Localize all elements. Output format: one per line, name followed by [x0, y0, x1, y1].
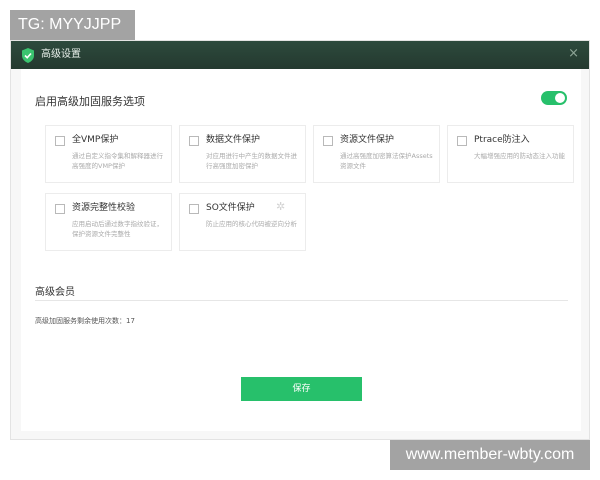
- shield-icon: [22, 48, 34, 63]
- option-card-full-vmp[interactable]: 全VMP保护 通过自定义指令集和解释器进行高强度的VMP保护: [45, 125, 172, 183]
- advanced-options-toggle[interactable]: [541, 91, 567, 105]
- card-description: 防止应用的核心代码被逆向分析: [206, 220, 297, 228]
- card-title: 全VMP保护: [72, 135, 119, 145]
- toggle-knob: [555, 93, 565, 103]
- card-description: 应用启动后通过数字指纹验证，保护资源文件完整性: [72, 220, 163, 238]
- card-description: 通过自定义指令集和解释器进行高强度的VMP保护: [72, 152, 163, 170]
- card-title: Ptrace防注入: [474, 135, 530, 145]
- card-title: 资源文件保护: [340, 135, 395, 145]
- usage-count: 17: [126, 317, 135, 325]
- card-description: 对应用进行中产生的数据文件进行高强度加密保护: [206, 152, 297, 170]
- resource-file-checkbox[interactable]: [323, 136, 333, 146]
- gear-icon: ✲: [276, 200, 286, 213]
- full-vmp-checkbox[interactable]: [55, 136, 65, 146]
- ptrace-checkbox[interactable]: [457, 136, 467, 146]
- option-card-resource-integrity[interactable]: 资源完整性校验 应用启动后通过数字指纹验证，保护资源文件完整性: [45, 193, 172, 251]
- card-description: 大幅增强应用的防动态注入功能: [474, 152, 565, 160]
- dialog-titlebar: 高级设置 ×: [11, 41, 589, 69]
- member-section-title: 高级会员: [35, 287, 75, 298]
- dialog-content: 启用高级加固服务选项 全VMP保护 通过自定义指令集和解释器进行高强度的VMP保…: [21, 69, 581, 431]
- card-title: SO文件保护: [206, 203, 255, 213]
- usage-label: 高级加固服务剩余使用次数：: [35, 317, 126, 325]
- card-title: 资源完整性校验: [72, 203, 136, 213]
- data-file-checkbox[interactable]: [189, 136, 199, 146]
- url-watermark: www.member-wbty.com: [390, 440, 590, 470]
- so-file-checkbox[interactable]: [189, 204, 199, 214]
- dialog-title: 高级设置: [41, 49, 81, 60]
- option-card-so-file[interactable]: SO文件保护 ✲ 防止应用的核心代码被逆向分析: [179, 193, 306, 251]
- tg-watermark: TG: MYYJJPP: [10, 10, 135, 40]
- option-card-resource-file[interactable]: 资源文件保护 通过高强度加密算法保护Assets资源文件: [313, 125, 440, 183]
- resource-integrity-checkbox[interactable]: [55, 204, 65, 214]
- option-card-ptrace[interactable]: Ptrace防注入 大幅增强应用的防动态注入功能: [447, 125, 574, 183]
- usage-info: 高级加固服务剩余使用次数：17: [35, 316, 135, 326]
- card-title: 数据文件保护: [206, 135, 261, 145]
- section-divider: [35, 300, 568, 301]
- save-button[interactable]: 保存: [241, 377, 362, 401]
- advanced-options-heading: 启用高级加固服务选项: [35, 95, 145, 108]
- close-icon[interactable]: ×: [568, 46, 579, 62]
- advanced-settings-dialog: 高级设置 × 启用高级加固服务选项 全VMP保护 通过自定义指令集和解释器进行高…: [10, 40, 590, 440]
- card-description: 通过高强度加密算法保护Assets资源文件: [340, 152, 433, 170]
- option-card-data-file[interactable]: 数据文件保护 对应用进行中产生的数据文件进行高强度加密保护: [179, 125, 306, 183]
